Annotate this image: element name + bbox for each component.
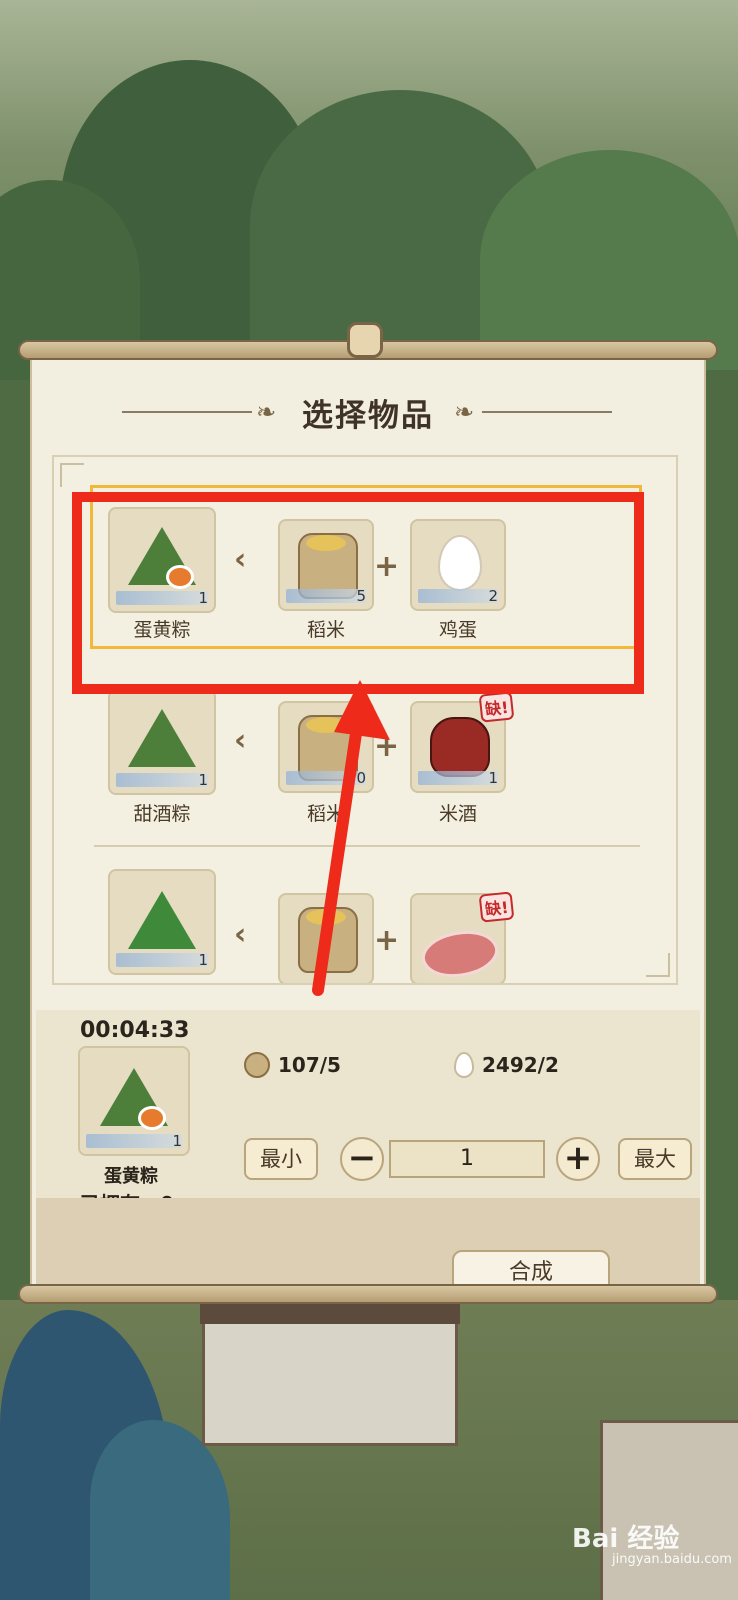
arrow-left-icon: ‹ xyxy=(234,723,247,758)
selected-product-quantity: 1 xyxy=(172,1132,182,1150)
ingredient-name: 米酒 xyxy=(438,803,477,825)
product-quantity: 1 xyxy=(198,771,208,789)
product-name: 甜酒粽 xyxy=(133,803,191,825)
zongzi-icon xyxy=(128,709,196,767)
product-slot: 1 xyxy=(108,689,216,795)
ingredient-quantity: 1 xyxy=(488,769,498,787)
swirl-right-icon: ❧ xyxy=(454,398,475,426)
egg-icon xyxy=(454,1052,474,1078)
plus-button[interactable]: + xyxy=(556,1137,600,1181)
mountain xyxy=(480,150,738,370)
quantity-bar xyxy=(86,1134,182,1148)
lack-badge: 缺! xyxy=(478,691,515,723)
rice-sack-icon xyxy=(244,1052,270,1078)
arrow-left-icon: ‹ xyxy=(234,917,247,952)
meat-icon xyxy=(416,920,504,983)
product-slot: 1 xyxy=(108,869,216,975)
highlight-frame xyxy=(72,492,644,694)
quantity-input[interactable]: 1 xyxy=(389,1140,545,1178)
egg-yolk-icon xyxy=(138,1106,166,1130)
quantity-bar xyxy=(116,773,208,787)
village-house xyxy=(600,1420,738,1600)
lack-badge: 缺! xyxy=(478,891,515,923)
min-button[interactable]: 最小 xyxy=(244,1138,318,1180)
pointer-arrow-icon xyxy=(312,680,390,996)
wine-jar-icon xyxy=(430,717,490,777)
title-divider xyxy=(482,411,612,413)
max-button[interactable]: 最大 xyxy=(618,1138,692,1180)
rice-resource-value: 107/5 xyxy=(278,1053,341,1077)
selected-product-name: 蛋黄粽 xyxy=(104,1166,158,1187)
scroll-bottom-rod xyxy=(18,1284,718,1304)
village-house xyxy=(202,1320,458,1446)
egg-resource-value: 2492/2 xyxy=(482,1053,559,1077)
rice-resource: 107/5 xyxy=(244,1050,341,1080)
scroll-knot-icon xyxy=(347,322,383,358)
quantity-bar xyxy=(418,771,498,785)
selected-product-slot: 1 xyxy=(78,1046,190,1156)
product-quantity: 1 xyxy=(198,951,208,969)
egg-resource: 2492/2 xyxy=(454,1050,559,1080)
minus-button[interactable]: − xyxy=(340,1137,384,1181)
watermark-url: jingyan.baidu.com xyxy=(612,1552,732,1567)
baidu-watermark: Bai 经验 xyxy=(572,1524,680,1554)
craft-timer: 00:04:33 xyxy=(80,1018,190,1043)
zongzi-icon xyxy=(128,891,196,949)
dialog-header: ❧ 选择物品 ❧ xyxy=(30,390,706,434)
quantity-bar xyxy=(116,953,208,967)
